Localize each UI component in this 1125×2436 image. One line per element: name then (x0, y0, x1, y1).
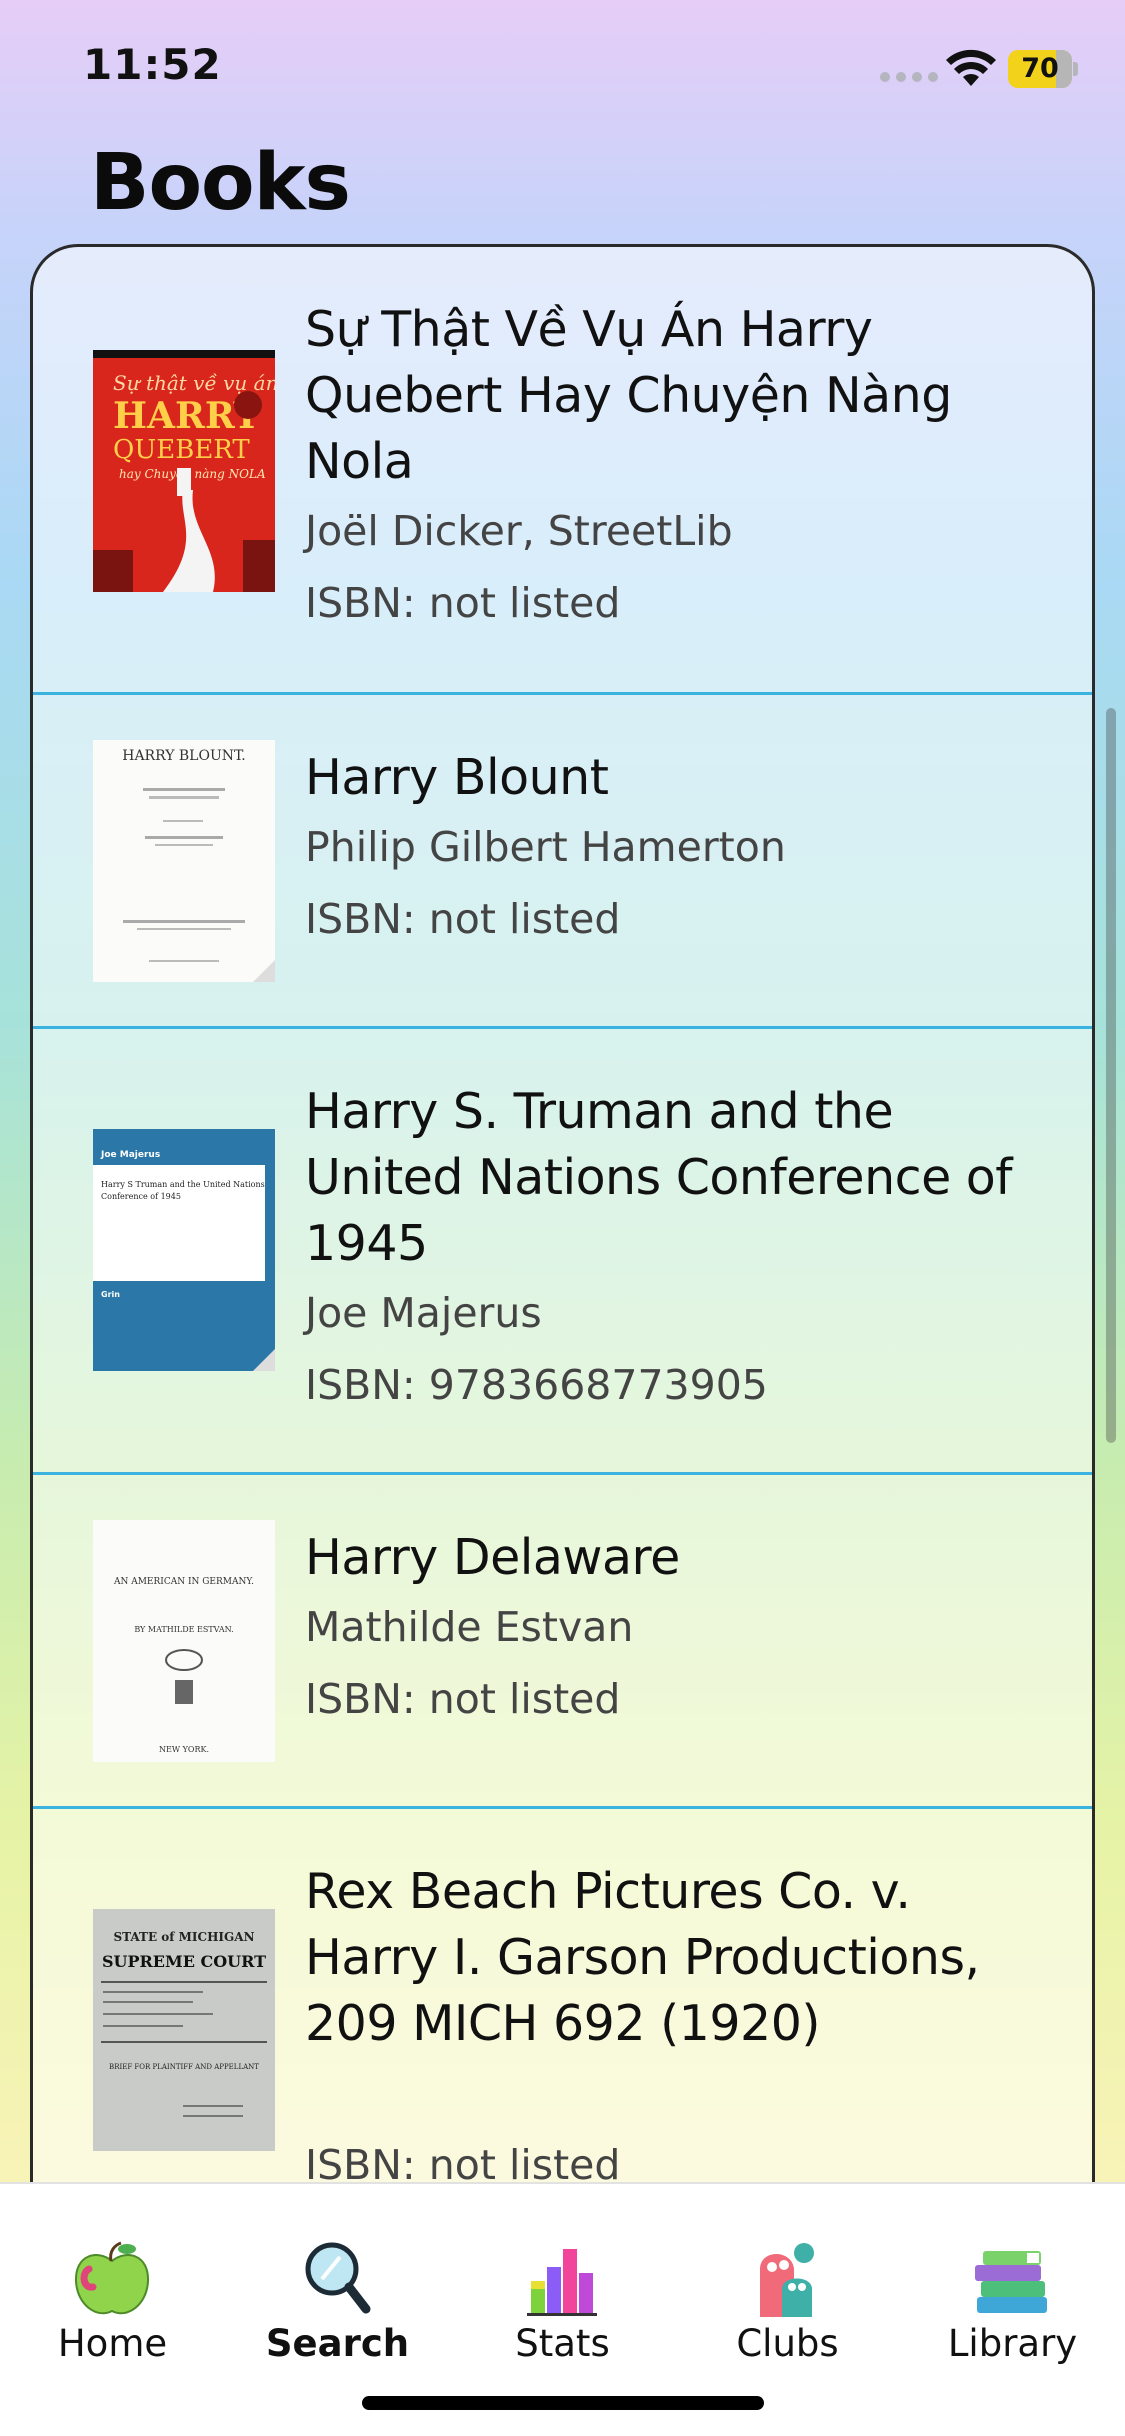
book-isbn: ISBN: 9783668773905 (305, 1361, 768, 1409)
book-cover-image: HARRY BLOUNT. (93, 740, 275, 982)
book-author (305, 2057, 1052, 2129)
book-cover-image: AN AMERICAN IN GERMANY. BY MATHILDE ESTV… (93, 1520, 275, 1762)
svg-text:Conference of 1945: Conference of 1945 (101, 1192, 181, 1201)
page-title: Books (90, 138, 351, 228)
battery-level: 70 (1021, 53, 1059, 84)
tab-clubs[interactable]: Clubs (675, 2184, 900, 2384)
wifi-icon (946, 49, 996, 86)
cover-text: QUEBERT (113, 435, 250, 465)
book-author: Mathilde Estvan (305, 1603, 634, 1651)
tab-library[interactable]: Library (900, 2184, 1125, 2384)
book-title: Sự Thật Về Vụ Án Harry Quebert Hay Chuyệ… (305, 301, 952, 490)
cellular-signal-icon (880, 72, 938, 82)
tab-search[interactable]: Search (225, 2184, 450, 2384)
cover-text: hay Chuyện nàng NOLA (119, 467, 266, 481)
cover-text: BY MATHILDE ESTVAN. (134, 1625, 233, 1634)
apple-icon (74, 2241, 150, 2315)
cover-text: AN AMERICAN IN GERMANY. (113, 1577, 254, 1587)
cover-text: Joe Majerus (100, 1150, 160, 1160)
creatures-icon (760, 2243, 814, 2317)
tab-label: Library (947, 2322, 1078, 2365)
cover-text: STATE of MICHIGAN (113, 1930, 254, 1944)
battery-icon: 70 (1008, 50, 1078, 88)
tab-stats[interactable]: Stats (450, 2184, 675, 2384)
book-cover-image: Joe Majerus Harry S Truman and the Unite… (93, 1129, 275, 1371)
home-indicator[interactable] (362, 2396, 764, 2410)
cover-text: HARRY BLOUNT. (122, 748, 246, 764)
tab-label: Clubs (736, 2322, 839, 2365)
book-list[interactable]: Sự thật về vụ án HARRY QUEBERT hay Chuyệ… (30, 244, 1095, 2194)
book-title: Rex Beach Pictures Co. v. Harry I. Garso… (305, 1863, 980, 2052)
book-row[interactable]: AN AMERICAN IN GERMANY. BY MATHILDE ESTV… (33, 1475, 1092, 1809)
tab-home[interactable]: Home (0, 2184, 225, 2384)
cover-text: Grin (101, 1290, 120, 1299)
book-author: Philip Gilbert Hamerton (305, 823, 786, 871)
book-title: Harry S. Truman and the United Nations C… (305, 1083, 1013, 1272)
book-title: Harry Blount (305, 749, 609, 806)
scrollbar[interactable] (1106, 708, 1116, 1443)
book-row[interactable]: STATE of MICHIGAN SUPREME COURT BRIEF FO… (33, 1809, 1092, 2194)
tab-label: Stats (515, 2322, 610, 2365)
cover-text: SUPREME COURT (102, 1952, 266, 1971)
cover-text: BRIEF FOR PLAINTIFF AND APPELLANT (109, 2063, 259, 2071)
book-author: Joël Dicker, StreetLib (305, 507, 733, 555)
book-isbn: ISBN: not listed (305, 895, 621, 943)
status-time: 11:52 (83, 40, 222, 89)
book-row[interactable]: HARRY BLOUNT. Harry Blount Philip Gilber… (33, 695, 1092, 1029)
tab-label: Search (265, 2322, 410, 2365)
svg-text:Harry S Truman and the United: Harry S Truman and the United Nations (101, 1180, 265, 1189)
book-isbn: ISBN: not listed (305, 579, 621, 627)
book-cover-image: Sự thật về vụ án HARRY QUEBERT hay Chuyệ… (93, 350, 275, 592)
book-row[interactable]: Sự thật về vụ án HARRY QUEBERT hay Chuyệ… (33, 247, 1092, 695)
book-cover-image: STATE of MICHIGAN SUPREME COURT BRIEF FO… (93, 1909, 275, 2151)
cover-text: NEW YORK. (159, 1745, 209, 1754)
book-isbn: ISBN: not listed (305, 1675, 621, 1723)
magnifier-icon (305, 2242, 371, 2314)
status-bar: 11:52 70 (0, 0, 1125, 140)
book-stack-icon (975, 2251, 1047, 2313)
book-author: Joe Majerus (305, 1289, 542, 1337)
bar-chart-icon (527, 2249, 597, 2316)
tab-label: Home (57, 2322, 168, 2365)
book-row[interactable]: Joe Majerus Harry S Truman and the Unite… (33, 1029, 1092, 1475)
book-title: Harry Delaware (305, 1529, 680, 1586)
